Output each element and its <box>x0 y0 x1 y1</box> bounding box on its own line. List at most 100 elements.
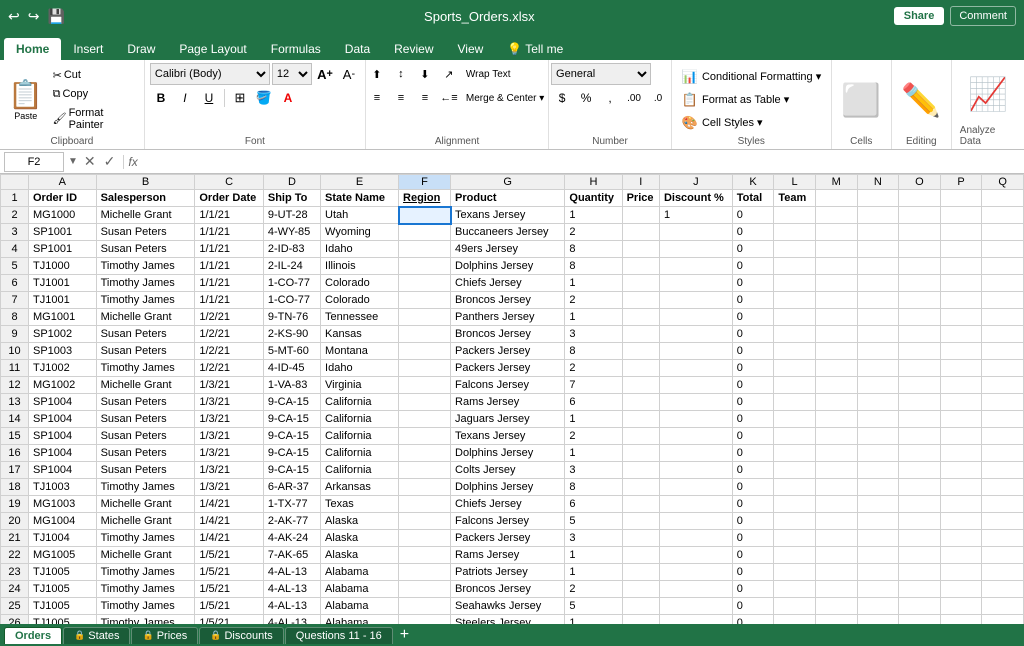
cell-e22[interactable]: Alaska <box>321 547 399 564</box>
cell-k6[interactable]: 0 <box>732 275 774 292</box>
cell-m13[interactable] <box>815 394 857 411</box>
cell-k19[interactable]: 0 <box>732 496 774 513</box>
cell-a14[interactable]: SP1004 <box>29 411 97 428</box>
cell-q8[interactable] <box>982 309 1024 326</box>
row-num[interactable]: 2 <box>1 207 29 224</box>
cell-b2[interactable]: Michelle Grant <box>96 207 195 224</box>
col-header-c[interactable]: C <box>195 175 263 190</box>
cell-m24[interactable] <box>815 581 857 598</box>
cell-p25[interactable] <box>940 598 982 615</box>
copy-button[interactable]: ⧉Copy <box>50 86 139 103</box>
cell-p20[interactable] <box>940 513 982 530</box>
cell-h16[interactable]: 1 <box>565 445 622 462</box>
cell-l19[interactable] <box>774 496 816 513</box>
cell-b6[interactable]: Timothy James <box>96 275 195 292</box>
cell-a13[interactable]: SP1004 <box>29 394 97 411</box>
cell-c20[interactable]: 1/4/21 <box>195 513 263 530</box>
align-right-button[interactable]: ≡ <box>414 87 436 109</box>
row-num[interactable]: 8 <box>1 309 29 326</box>
cell-o13[interactable] <box>899 394 941 411</box>
cell-e6[interactable]: Colorado <box>321 275 399 292</box>
cell-i8[interactable] <box>622 309 659 326</box>
cell-e11[interactable]: Idaho <box>321 360 399 377</box>
cell-l13[interactable] <box>774 394 816 411</box>
row-num[interactable]: 4 <box>1 241 29 258</box>
cell-m25[interactable] <box>815 598 857 615</box>
cell-d9[interactable]: 2-KS-90 <box>263 326 320 343</box>
cell-b5[interactable]: Timothy James <box>96 258 195 275</box>
row-num[interactable]: 21 <box>1 530 29 547</box>
col-header-q[interactable]: Q <box>982 175 1024 190</box>
cell-i19[interactable] <box>622 496 659 513</box>
cell-i20[interactable] <box>622 513 659 530</box>
cell-j25[interactable] <box>659 598 732 615</box>
cell-q13[interactable] <box>982 394 1024 411</box>
cell-g21[interactable]: Packers Jersey <box>451 530 565 547</box>
cell-m3[interactable] <box>815 224 857 241</box>
cell-d12[interactable]: 1-VA-83 <box>263 377 320 394</box>
cell-i15[interactable] <box>622 428 659 445</box>
cell-k22[interactable]: 0 <box>732 547 774 564</box>
cell-b7[interactable]: Timothy James <box>96 292 195 309</box>
cell-g1[interactable]: Product <box>451 190 565 207</box>
cell-e8[interactable]: Tennessee <box>321 309 399 326</box>
cell-o8[interactable] <box>899 309 941 326</box>
cell-o9[interactable] <box>899 326 941 343</box>
cell-g15[interactable]: Texans Jersey <box>451 428 565 445</box>
cell-c6[interactable]: 1/1/21 <box>195 275 263 292</box>
cell-i22[interactable] <box>622 547 659 564</box>
cell-j4[interactable] <box>659 241 732 258</box>
cell-k8[interactable]: 0 <box>732 309 774 326</box>
cell-k24[interactable]: 0 <box>732 581 774 598</box>
cell-b11[interactable]: Timothy James <box>96 360 195 377</box>
cell-j11[interactable] <box>659 360 732 377</box>
cell-o2[interactable] <box>899 207 941 224</box>
cell-j20[interactable] <box>659 513 732 530</box>
cell-o15[interactable] <box>899 428 941 445</box>
cell-d26[interactable]: 4-AL-13 <box>263 615 320 625</box>
expand-icon[interactable]: ▼ <box>68 156 78 167</box>
cell-k13[interactable]: 0 <box>732 394 774 411</box>
cell-a21[interactable]: TJ1004 <box>29 530 97 547</box>
cell-f14[interactable] <box>399 411 451 428</box>
row-num[interactable]: 6 <box>1 275 29 292</box>
cut-button[interactable]: ✂Cut <box>50 67 139 84</box>
cell-f17[interactable] <box>399 462 451 479</box>
cell-styles-button[interactable]: 🎨 Cell Styles ▾ <box>677 112 826 134</box>
cell-n1[interactable] <box>857 190 899 207</box>
cell-e23[interactable]: Alabama <box>321 564 399 581</box>
cell-g10[interactable]: Packers Jersey <box>451 343 565 360</box>
cell-l23[interactable] <box>774 564 816 581</box>
sheet-tab-discounts[interactable]: 🔒Discounts <box>199 627 284 644</box>
cell-c11[interactable]: 1/2/21 <box>195 360 263 377</box>
cell-p5[interactable] <box>940 258 982 275</box>
cell-c5[interactable]: 1/1/21 <box>195 258 263 275</box>
cell-a11[interactable]: TJ1002 <box>29 360 97 377</box>
cell-n16[interactable] <box>857 445 899 462</box>
align-center-button[interactable]: ≡ <box>390 87 412 109</box>
cell-b17[interactable]: Susan Peters <box>96 462 195 479</box>
cell-f13[interactable] <box>399 394 451 411</box>
cell-g26[interactable]: Steelers Jersey <box>451 615 565 625</box>
confirm-icon[interactable]: ✓ <box>102 153 118 170</box>
cell-a22[interactable]: MG1005 <box>29 547 97 564</box>
cell-n3[interactable] <box>857 224 899 241</box>
cell-j17[interactable] <box>659 462 732 479</box>
cell-d17[interactable]: 9-CA-15 <box>263 462 320 479</box>
cell-p6[interactable] <box>940 275 982 292</box>
row-num[interactable]: 1 <box>1 190 29 207</box>
format-painter-button[interactable]: 🖌Format Painter <box>50 105 139 133</box>
cell-l16[interactable] <box>774 445 816 462</box>
cell-d14[interactable]: 9-CA-15 <box>263 411 320 428</box>
cell-i2[interactable] <box>622 207 659 224</box>
cell-q23[interactable] <box>982 564 1024 581</box>
cell-i10[interactable] <box>622 343 659 360</box>
currency-button[interactable]: $ <box>551 87 573 109</box>
cell-o20[interactable] <box>899 513 941 530</box>
cell-a15[interactable]: SP1004 <box>29 428 97 445</box>
cell-f4[interactable] <box>399 241 451 258</box>
cell-m1[interactable] <box>815 190 857 207</box>
align-middle-button[interactable]: ↕ <box>390 63 412 85</box>
cell-n11[interactable] <box>857 360 899 377</box>
cell-a1[interactable]: Order ID <box>29 190 97 207</box>
